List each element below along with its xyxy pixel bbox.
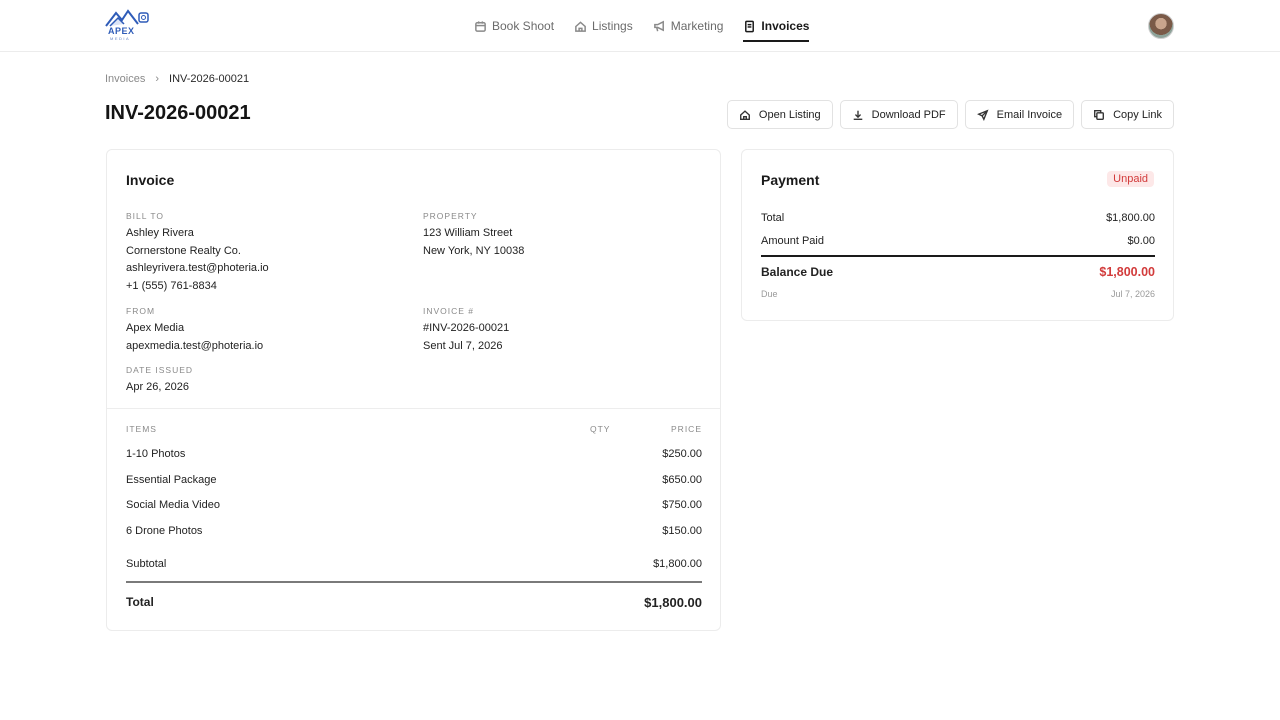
amount-paid-row: Amount Paid $0.00 [761,235,1155,247]
copy-link-button[interactable]: Copy Link [1081,100,1174,129]
from-section: FROM Apex Media apexmedia.test@photeria.… [126,305,263,355]
nav-item-label: Marketing [670,19,724,33]
due-date-row: Due Jul 7, 2026 [761,289,1155,299]
date-issued-section: DATE ISSUED Apr 26, 2026 [126,364,193,397]
breadcrumb: Invoices › INV-2026-00021 [105,73,249,85]
total-row: Total $1,800.00 [126,595,702,610]
download-icon [853,110,862,120]
balance-due-row: Balance Due $1,800.00 [761,265,1155,279]
bill-to-phone: +1 (555) 761-8834 [126,279,217,292]
item-price: $150.00 [662,525,702,537]
amount-paid-value: $0.00 [1127,235,1155,247]
balance-due-label: Balance Due [761,265,834,279]
item-name: 6 Drone Photos [126,525,203,537]
bill-to-label: BILL TO [126,211,165,221]
copy-icon [1094,109,1105,120]
balance-due-value: $1,800.00 [1099,265,1155,279]
bill-to-section: BILL TO Ashley Rivera Cornerstone Realty… [126,210,269,295]
subtotal-row: Subtotal $1,800.00 [126,558,702,570]
item-name: Social Media Video [126,499,220,511]
due-date-value: Jul 7, 2026 [1110,289,1155,299]
table-row: 6 Drone Photos $150.00 [126,525,702,537]
status-badge: Unpaid [1107,171,1154,187]
balance-divider [761,255,1155,257]
top-navigation-bar: APEX MEDIA Book Shoot Listings Marketing… [0,0,1280,52]
item-price: $650.00 [662,474,702,486]
payment-total-label: Total [761,212,785,224]
item-name: Essential Package [126,474,217,486]
bill-to-email: ashleyrivera.test@photeria.io [126,262,269,274]
total-divider [126,581,702,583]
breadcrumb-invoices-link[interactable]: Invoices [105,73,145,85]
invoice-actions: Open Listing Download PDF Email Invoice … [726,100,1174,129]
invoice-card: Invoice BILL TO Ashley Rivera Cornerston… [106,149,721,631]
subtotal-value: $1,800.00 [653,558,702,570]
send-icon [976,108,989,121]
nav-item-invoices[interactable]: Invoices [743,0,810,52]
breadcrumb-current: INV-2026-00021 [169,73,250,85]
qty-column-header: QTY [590,424,611,434]
logo-text: APEX [108,26,135,36]
from-label: FROM [126,306,156,316]
download-pdf-button[interactable]: Download PDF [839,100,958,129]
main-nav: Book Shoot Listings Marketing Invoices [474,0,829,52]
due-label: Due [761,289,778,299]
price-column-header: PRICE [671,424,702,434]
bill-to-name: Ashley Rivera [126,227,194,239]
date-issued-value: Apr 26, 2026 [126,381,189,393]
open-listing-button[interactable]: Open Listing [726,100,833,129]
date-issued-label: DATE ISSUED [126,365,194,375]
from-name: Apex Media [126,322,185,334]
payment-card: Payment Unpaid Total $1,800.00 Amount Pa… [741,149,1174,321]
from-email: apexmedia.test@photeria.io [126,339,264,352]
property-city: New York, NY 10038 [423,244,525,257]
payment-total-row: Total $1,800.00 [761,212,1155,224]
nav-item-label: Book Shoot [492,19,555,33]
user-avatar[interactable] [1148,13,1174,39]
copy-link-label: Copy Link [1113,108,1162,121]
items-column-header: ITEMS [126,424,157,434]
bill-to-company: Cornerstone Realty Co. [126,244,241,257]
table-row: Social Media Video $750.00 [126,499,702,511]
table-row: 1-10 Photos $250.00 [126,448,702,460]
property-section: PROPERTY 123 William Street New York, NY… [423,210,524,260]
property-street: 123 William Street [423,227,513,239]
nav-item-book-shoot[interactable]: Book Shoot [474,0,554,52]
subtotal-label: Subtotal [126,558,167,570]
nav-item-listings[interactable]: Listings [574,0,633,52]
invoice-number-label: INVOICE # [423,306,475,316]
download-pdf-label: Download PDF [871,108,946,121]
invoice-sent-date: Sent Jul 7, 2026 [423,339,503,352]
property-label: PROPERTY [423,211,478,221]
total-label: Total [126,595,154,609]
home-icon [575,20,586,32]
calendar-icon [475,20,486,32]
open-listing-label: Open Listing [758,108,821,121]
nav-item-label: Listings [592,19,633,33]
table-row: Essential Package $650.00 [126,474,702,486]
total-value: $1,800.00 [644,595,702,610]
home-icon [739,109,750,120]
amount-paid-label: Amount Paid [761,235,824,247]
item-price: $750.00 [662,499,702,511]
payment-total-value: $1,800.00 [1106,212,1155,224]
payment-card-title: Payment [761,172,820,188]
item-price: $250.00 [662,448,702,460]
receipt-icon [745,20,755,32]
section-divider [107,408,720,409]
page-title: INV-2026-00021 [105,102,251,124]
email-invoice-button[interactable]: Email Invoice [964,100,1075,129]
item-name: 1-10 Photos [126,448,186,460]
invoice-card-title: Invoice [126,172,175,188]
logo-subtext: MEDIA [110,36,131,41]
email-invoice-label: Email Invoice [996,108,1063,121]
nav-item-marketing[interactable]: Marketing [653,0,724,52]
breadcrumb-separator: › [155,73,160,85]
invoice-number: #INV-2026-00021 [423,322,510,334]
apex-media-logo[interactable]: APEX MEDIA [104,8,150,42]
megaphone-icon [653,20,664,31]
invoice-number-section: INVOICE # #INV-2026-00021 Sent Jul 7, 20… [423,305,509,355]
nav-item-label: Invoices [761,19,810,33]
